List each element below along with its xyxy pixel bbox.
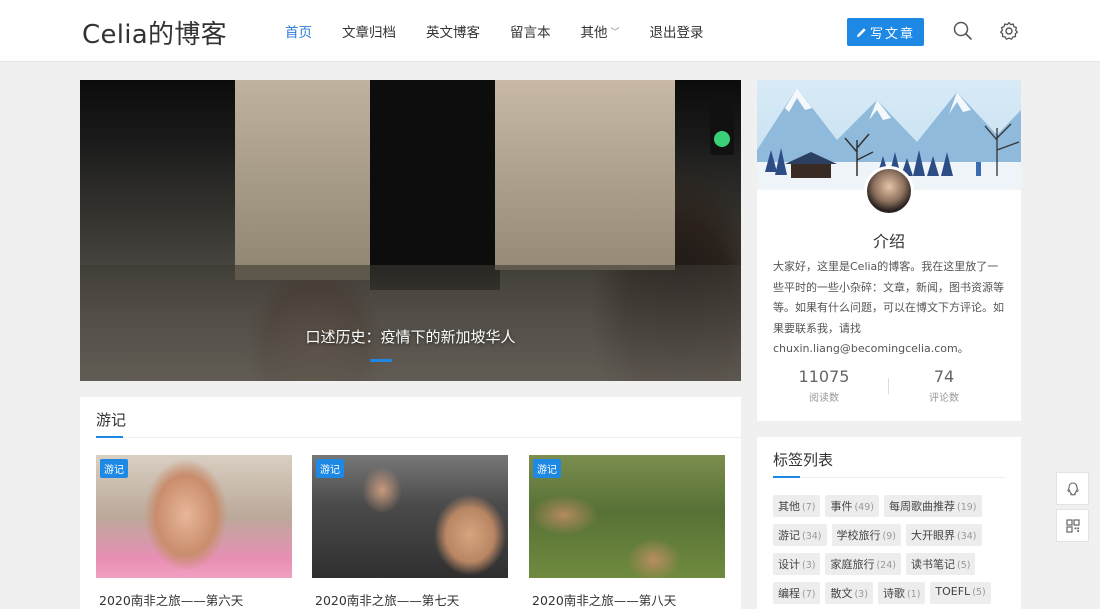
tag-chip[interactable]: 读书笔记 (5) bbox=[905, 553, 976, 575]
slider-indicator[interactable] bbox=[370, 359, 392, 362]
tag-chip[interactable]: 设计 (3) bbox=[773, 553, 821, 575]
tag-chip[interactable]: 每周歌曲推荐 (19) bbox=[883, 495, 982, 517]
post-title[interactable]: 2020南非之旅——第八天 bbox=[529, 590, 725, 609]
post-thumbnail[interactable]: 游记 bbox=[312, 455, 508, 578]
post-card[interactable]: 游记 2020南非之旅——第六天 bbox=[96, 455, 292, 609]
write-article-label: 写文章 bbox=[869, 26, 915, 42]
site-header: Celia的博客 首页 文章归档 英文博客 留言本 其他 ﹀ 退出登录 写文章 bbox=[0, 0, 1100, 62]
tag-row: 设计 (3) 家庭旅行 (24) 读书笔记 (5) bbox=[773, 553, 980, 575]
profile-card: 介绍 大家好，这里是Celia的博客。我在这里放了一些平时的一些小杂碎：文章，新… bbox=[757, 80, 1021, 421]
tag-list-card: 标签列表 其他 (7) 事件 (49) 每周歌曲推荐 (19) 游记 (34) 学校旅行… bbox=[757, 437, 1021, 609]
tag-chip[interactable]: TOEFL (5) bbox=[930, 582, 991, 604]
post-card[interactable]: 游记 2020南非之旅——第七天 bbox=[312, 455, 508, 609]
nav-logout[interactable]: 退出登录 bbox=[639, 21, 715, 41]
comments-count: 74 bbox=[933, 367, 955, 386]
reads-stat: 11075 阅读数 bbox=[759, 367, 889, 404]
section-divider bbox=[96, 436, 741, 438]
tag-chip[interactable]: 其他 (7) bbox=[773, 495, 821, 517]
pencil-icon bbox=[856, 27, 867, 38]
reads-label: 阅读数 bbox=[809, 393, 839, 404]
tag-chip[interactable]: 事件 (49) bbox=[825, 495, 879, 517]
section-divider bbox=[773, 476, 1005, 478]
post-title[interactable]: 2020南非之旅——第六天 bbox=[96, 590, 292, 609]
search-icon[interactable] bbox=[952, 20, 974, 42]
hero-image-building bbox=[495, 80, 675, 270]
comments-stat: 74 评论数 bbox=[879, 367, 1009, 404]
site-logo[interactable]: Celia的博客 bbox=[82, 14, 227, 51]
nav-home[interactable]: 首页 bbox=[274, 21, 323, 41]
post-category-badge[interactable]: 游记 bbox=[316, 459, 344, 478]
section-title: 标签列表 bbox=[773, 451, 834, 469]
comments-label: 评论数 bbox=[929, 393, 959, 404]
profile-description: 大家好，这里是Celia的博客。我在这里放了一些平时的一些小杂碎：文章，新闻，图… bbox=[773, 260, 1004, 355]
profile-title: 介绍 bbox=[872, 232, 905, 251]
hero-slider[interactable]: 口述历史：疫情下的新加坡华人 bbox=[80, 80, 741, 381]
post-category-badge[interactable]: 游记 bbox=[533, 459, 561, 478]
post-category-badge[interactable]: 游记 bbox=[100, 459, 128, 478]
tag-chip[interactable]: 游记 (34) bbox=[773, 524, 827, 546]
gear-icon[interactable] bbox=[998, 20, 1020, 42]
tag-chip[interactable]: 诗歌 (1) bbox=[877, 582, 926, 604]
section-title: 游记 bbox=[96, 411, 127, 429]
nav-english-blog[interactable]: 英文博客 bbox=[415, 21, 491, 41]
tag-row: 游记 (34) 学校旅行 (9) 大开眼界 (34) bbox=[773, 524, 987, 546]
tag-chip[interactable]: 散文 (3) bbox=[825, 582, 873, 604]
write-article-button[interactable]: 写文章 bbox=[847, 18, 924, 46]
tag-row: 其他 (7) 事件 (49) 每周歌曲推荐 (19) bbox=[773, 495, 987, 517]
reads-count: 11075 bbox=[798, 367, 850, 386]
chevron-down-icon: ﹀ bbox=[610, 27, 620, 38]
hero-image-crowd bbox=[80, 265, 741, 381]
tag-chip[interactable]: 家庭旅行 (24) bbox=[825, 553, 901, 575]
qrcode-icon[interactable] bbox=[1056, 509, 1089, 542]
nav-archive[interactable]: 文章归档 bbox=[331, 21, 407, 41]
post-title[interactable]: 2020南非之旅——第七天 bbox=[312, 590, 508, 609]
traffic-light bbox=[710, 95, 734, 155]
hero-image-doorway bbox=[370, 80, 500, 290]
post-card[interactable]: 游记 2020南非之旅——第八天 bbox=[529, 455, 725, 609]
nav-other[interactable]: 其他 ﹀ bbox=[570, 21, 631, 41]
main-nav: 首页 文章归档 英文博客 留言本 其他 ﹀ 退出登录 bbox=[270, 0, 719, 62]
qq-icon[interactable] bbox=[1056, 472, 1089, 505]
tag-chip[interactable]: 编程 (7) bbox=[773, 582, 821, 604]
tag-row: 编程 (7) 散文 (3) 诗歌 (1) TOEFL (5) bbox=[773, 582, 996, 604]
post-thumbnail[interactable]: 游记 bbox=[96, 455, 292, 578]
tag-chip[interactable]: 学校旅行 (9) bbox=[831, 524, 901, 546]
tag-chip[interactable]: 大开眼界 (34) bbox=[905, 524, 982, 546]
nav-guestbook[interactable]: 留言本 bbox=[499, 21, 562, 41]
avatar[interactable] bbox=[864, 166, 914, 216]
hero-caption[interactable]: 口述历史：疫情下的新加坡华人 bbox=[80, 326, 741, 347]
post-thumbnail[interactable]: 游记 bbox=[529, 455, 725, 578]
travel-section: 游记 游记 2020南非之旅——第六天 游记 2020南非之旅——第七天 游记 … bbox=[80, 397, 741, 609]
